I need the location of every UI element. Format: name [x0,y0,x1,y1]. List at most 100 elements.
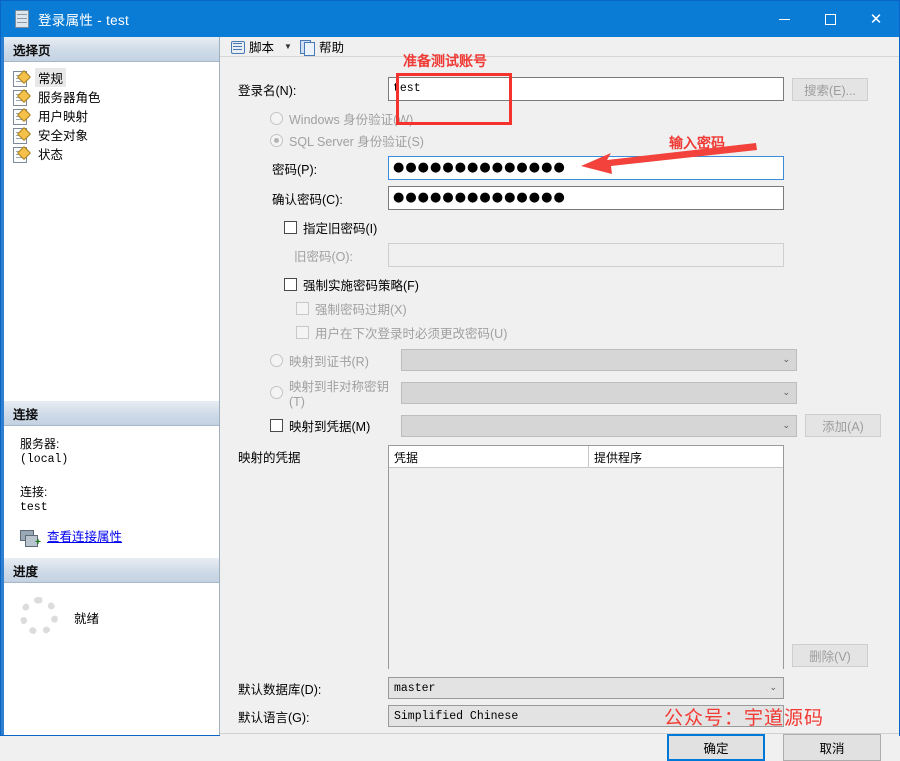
mapped-credentials-grid[interactable]: 凭据 提供程序 [388,445,784,690]
connection-icon: + [20,529,41,547]
connection-label: 连接: [20,484,48,499]
connection-value: test [20,500,48,514]
must-change-password-label: 用户在下次登录时必须更改密码(U) [315,327,508,341]
sidebar-item-status[interactable]: 状态 [4,144,219,163]
sql-auth-label: SQL Server 身份验证(S) [289,135,424,149]
progress-info: 就绪 [4,583,219,636]
login-name-input[interactable]: test [388,77,784,101]
server-label: 服务器: [20,437,60,451]
ok-button[interactable]: 确定 [667,734,765,761]
map-credential-combo[interactable]: ⌄ [401,414,797,437]
specify-old-password-checkbox[interactable] [284,221,297,234]
default-language-label: 默认语言(G): [238,710,310,725]
specify-old-password-label: 指定旧密码(I) [303,222,378,236]
map-credential-checkbox[interactable] [270,419,283,432]
map-asymmetric-key-label: 映射到非对称密钥(T) [289,380,390,409]
enforce-password-expiration-label: 强制密码过期(X) [315,303,407,317]
sidebar-item-server-roles[interactable]: 服务器角色 [4,87,219,106]
map-asymmetric-key-combo[interactable]: ⌄ [401,381,797,404]
window-controls: ✕ [761,1,899,37]
select-page-header: 选择页 [4,37,219,62]
minimize-button[interactable] [761,1,807,37]
map-certificate-combo[interactable]: ⌄ [401,349,797,371]
chevron-down-icon: ⌄ [782,420,790,431]
progress-header: 进度 [4,558,219,584]
window-body: 选择页 常规 服务器角色 用户映射 安全对象 状态 连接 服务器: (local… [1,37,899,761]
page-icon [13,69,32,87]
grid-body [389,468,783,690]
left-panel: 选择页 常规 服务器角色 用户映射 安全对象 状态 连接 服务器: (local… [1,37,220,735]
help-button[interactable]: 帮助 [299,37,344,56]
page-icon [13,107,32,125]
sidebar-item-label: 常规 [35,68,67,87]
enforce-password-policy-label: 强制实施密码策略(F) [303,279,419,293]
chevron-down-icon: ⌄ [782,355,790,365]
general-page-form: 登录名(N): test 搜索(E)... Windows 身份验证(W) SQ… [220,57,899,733]
add-credential-button[interactable]: 添加(A) [805,414,881,437]
connection-info: 服务器: (local) 连接: test + 查看连接属性 [4,426,219,558]
sidebar-item-securables[interactable]: 安全对象 [4,125,219,144]
default-language-combo[interactable]: Simplified Chinese ⌄ [388,705,784,727]
login-properties-window: 登录属性 - test ✕ 选择页 常规 服务器角色 用户映射 安全对象 状态 … [0,0,900,761]
title-bar: 登录属性 - test ✕ [1,1,899,37]
default-database-value: master [394,681,436,695]
windows-auth-radio[interactable] [270,112,283,125]
must-change-password-checkbox[interactable] [296,326,309,339]
map-asymmetric-key-radio[interactable] [270,386,283,399]
maximize-button[interactable] [807,1,853,37]
map-certificate-radio[interactable] [270,353,283,367]
grid-col-credential: 凭据 [389,446,589,467]
chevron-down-icon: ⌄ [769,683,777,693]
remove-credential-button[interactable]: 删除(V) [792,644,868,667]
default-database-combo[interactable]: master ⌄ [388,677,784,699]
old-password-input[interactable] [388,243,784,267]
sidebar-item-label: 服务器角色 [38,91,101,105]
toolbar: 脚本 ▼ 帮助 [220,37,899,57]
sidebar-item-user-mapping[interactable]: 用户映射 [4,106,219,125]
grid-header: 凭据 提供程序 [389,446,783,468]
dialog-footer: 确定 取消 [220,733,899,761]
grid-col-provider: 提供程序 [594,451,643,465]
script-label: 脚本 [249,41,275,55]
login-name-label: 登录名(N): [238,83,297,98]
sidebar-item-label: 用户映射 [38,110,89,124]
chevron-down-icon[interactable]: ▼ [284,42,292,51]
server-value: (local) [20,453,69,467]
sidebar-item-label: 安全对象 [38,129,89,143]
cancel-button[interactable]: 取消 [783,734,881,761]
enforce-password-policy-checkbox[interactable] [284,278,297,291]
connection-header: 连接 [4,401,219,426]
search-button[interactable]: 搜索(E)... [792,77,868,101]
map-certificate-label: 映射到证书(R) [289,354,369,369]
windows-auth-label: Windows 身份验证(W) [289,113,414,127]
enforce-password-expiration-checkbox[interactable] [296,302,309,315]
confirm-password-label: 确认密码(C): [272,192,343,207]
mapped-credentials-label: 映射的凭据 [238,451,301,465]
help-icon [299,39,315,56]
server-icon [15,10,29,28]
password-input[interactable]: ●●●●●●●●●●●●●● [388,156,784,180]
page-icon [13,145,32,163]
progress-status: 就绪 [74,612,100,627]
view-connection-properties-link[interactable]: + 查看连接属性 [20,529,219,547]
chevron-down-icon: ⌄ [782,387,790,398]
confirm-password-input[interactable]: ●●●●●●●●●●●●●● [388,186,784,210]
old-password-label: 旧密码(O): [294,249,354,264]
chevron-down-icon: ⌄ [769,711,777,721]
right-panel: 脚本 ▼ 帮助 登录名(N): test 搜索(E)... Windows 身份… [220,37,899,761]
map-credential-label: 映射到凭据(M) [289,420,371,434]
spinner-icon [20,597,58,636]
password-label: 密码(P): [272,162,318,177]
close-icon[interactable]: ✕ [853,1,899,37]
sidebar-item-general[interactable]: 常规 [4,68,219,87]
script-icon [230,40,245,54]
help-label: 帮助 [318,41,344,55]
sidebar-item-label: 状态 [38,148,64,162]
sql-auth-radio[interactable] [270,134,283,147]
view-connection-properties-label[interactable]: 查看连接属性 [47,529,122,546]
page-icon [13,88,32,106]
script-button[interactable]: 脚本 [230,37,274,56]
page-list: 常规 服务器角色 用户映射 安全对象 状态 [4,62,219,163]
window-title: 登录属性 - test [38,13,130,28]
page-icon [13,126,32,144]
